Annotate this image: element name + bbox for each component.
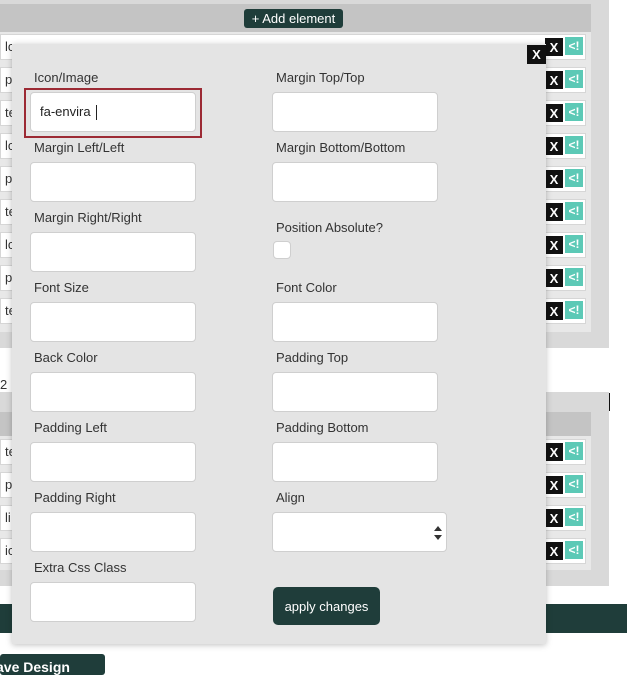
row-move-button[interactable]: <! <box>565 169 583 187</box>
row-move-button[interactable]: <! <box>565 541 583 559</box>
margin-left-label: Margin Left/Left <box>34 140 125 155</box>
position-absolute-label: Position Absolute? <box>276 220 383 235</box>
align-label: Align <box>276 490 305 505</box>
margin-top-input[interactable] <box>272 92 438 132</box>
row-remove-button[interactable]: X <box>545 170 563 188</box>
icon-image-label: Icon/Image <box>34 70 99 85</box>
text-cursor <box>96 105 97 120</box>
row-remove-button[interactable]: X <box>545 542 563 560</box>
padding-top-input[interactable] <box>272 372 438 412</box>
back-color-label: Back Color <box>34 350 98 365</box>
padding-bottom-input[interactable] <box>272 442 438 482</box>
back-color-input[interactable] <box>30 372 196 412</box>
row-remove-button[interactable]: X <box>545 38 563 56</box>
row-move-button[interactable]: <! <box>565 70 583 88</box>
row-move-button[interactable]: <! <box>565 103 583 121</box>
row-move-button[interactable]: <! <box>565 268 583 286</box>
row-remove-button[interactable]: X <box>545 71 563 89</box>
align-select[interactable] <box>272 512 447 552</box>
row-move-button[interactable]: <! <box>565 508 583 526</box>
row-move-button[interactable]: <! <box>565 442 583 460</box>
row-move-button[interactable]: <! <box>565 37 583 55</box>
font-color-label: Font Color <box>276 280 337 295</box>
save-design-button[interactable]: ave Design <box>0 654 105 675</box>
row-remove-button[interactable]: X <box>545 509 563 527</box>
font-size-input[interactable] <box>30 302 196 342</box>
apply-changes-button[interactable]: apply changes <box>273 587 380 625</box>
margin-bottom-input[interactable] <box>272 162 438 202</box>
padding-top-label: Padding Top <box>276 350 349 365</box>
padding-right-input[interactable] <box>30 512 196 552</box>
add-element-button[interactable]: + Add element <box>244 9 343 28</box>
icon-image-input[interactable]: fa-envira <box>30 92 196 132</box>
margin-right-label: Margin Right/Right <box>34 210 142 225</box>
select-arrows-icon <box>434 526 442 540</box>
margin-top-label: Margin Top/Top <box>276 70 365 85</box>
row-move-button[interactable]: <! <box>565 475 583 493</box>
row-remove-button[interactable]: X <box>545 443 563 461</box>
padding-left-label: Padding Left <box>34 420 108 435</box>
row-remove-button[interactable]: X <box>545 476 563 494</box>
row-move-button[interactable]: <! <box>565 235 583 253</box>
row-remove-button[interactable]: X <box>545 269 563 287</box>
row-remove-button[interactable]: X <box>545 137 563 155</box>
row-remove-button[interactable]: X <box>545 104 563 122</box>
modal-close-button[interactable]: X <box>527 45 546 64</box>
save-design-label: ave Design <box>0 659 70 675</box>
margin-left-input[interactable] <box>30 162 196 202</box>
row-remove-button[interactable]: X <box>545 203 563 221</box>
extra-css-input[interactable] <box>30 582 196 622</box>
font-color-input[interactable] <box>272 302 438 342</box>
padding-left-input[interactable] <box>30 442 196 482</box>
position-absolute-checkbox[interactable] <box>273 241 291 259</box>
row-move-button[interactable]: <! <box>565 301 583 319</box>
margin-right-input[interactable] <box>30 232 196 272</box>
row-remove-button[interactable]: X <box>545 302 563 320</box>
row-move-button[interactable]: <! <box>565 202 583 220</box>
extra-css-label: Extra Css Class <box>34 560 127 575</box>
row-remove-button[interactable]: X <box>545 236 563 254</box>
margin-bottom-label: Margin Bottom/Bottom <box>276 140 406 155</box>
row-move-button[interactable]: <! <box>565 136 583 154</box>
padding-right-label: Padding Right <box>34 490 116 505</box>
padding-bottom-label: Padding Bottom <box>276 420 369 435</box>
font-size-label: Font Size <box>34 280 89 295</box>
